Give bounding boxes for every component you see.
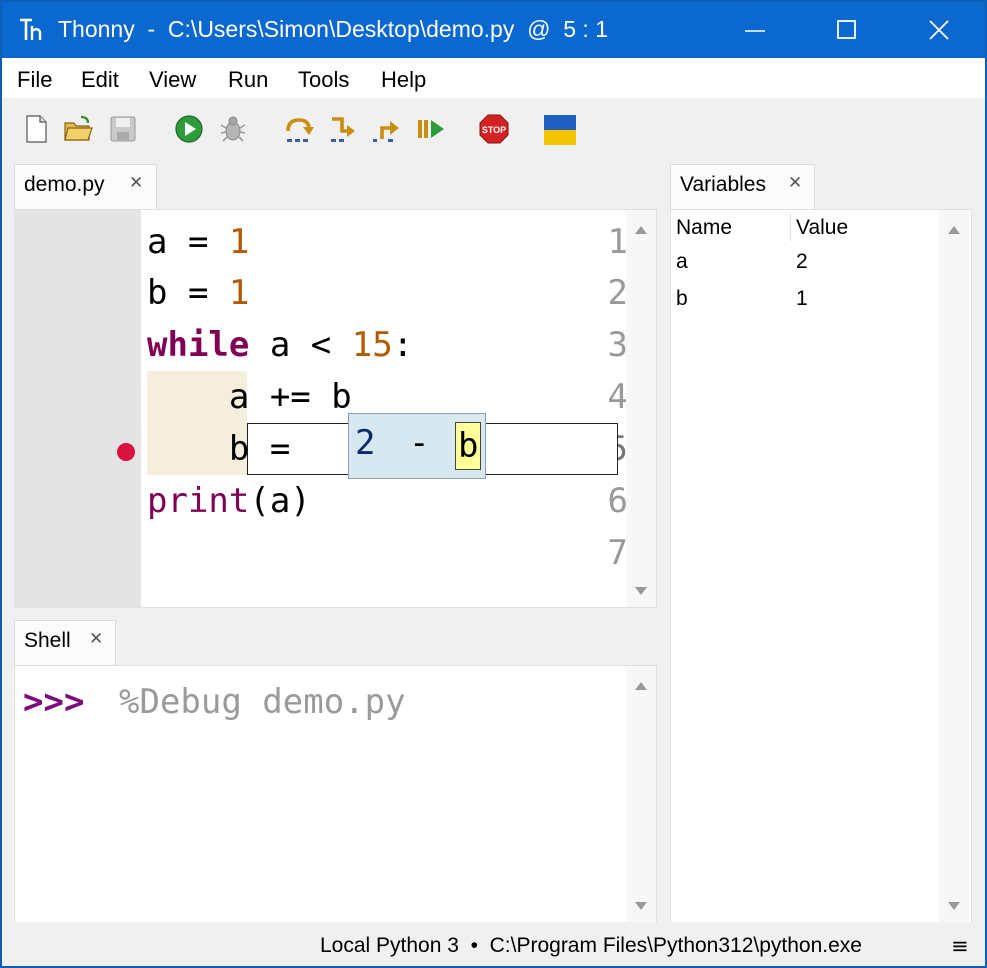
step-out-icon[interactable] [372, 114, 402, 144]
line-number: 7 [607, 533, 628, 573]
menu-edit[interactable]: Edit [81, 67, 119, 93]
step-over-icon[interactable] [284, 114, 314, 144]
window-title: Thonny - C:\Users\Simon\Desktop\demo.py … [58, 16, 609, 42]
var-value: 2 [796, 250, 808, 273]
interpreter-status[interactable]: Local Python 3 • C:\Program Files\Python… [320, 934, 862, 958]
maximize-icon [837, 20, 856, 39]
status-menu-icon[interactable]: ≡ [951, 934, 969, 958]
title-bar[interactable]: Thonny - C:\Users\Simon\Desktop\demo.py … [2, 2, 985, 58]
close-icon [929, 20, 949, 40]
close-tab-icon[interactable]: ✕ [129, 173, 143, 193]
stop-icon[interactable]: STOP [479, 114, 509, 144]
line-number-gutter [15, 210, 141, 607]
table-row[interactable]: b 1 [671, 283, 939, 319]
variables-header: Name Value [671, 210, 939, 244]
menu-file[interactable]: File [17, 67, 52, 93]
menu-tools[interactable]: Tools [298, 67, 349, 93]
line-number: 2 [607, 273, 628, 313]
maximize-button[interactable] [801, 2, 893, 58]
var-name: a [676, 250, 688, 273]
status-bar: Local Python 3 • C:\Program Files\Python… [2, 922, 985, 966]
scroll-up-icon[interactable] [635, 682, 647, 690]
scroll-up-icon[interactable] [948, 226, 960, 234]
code-line-6: print(a) [147, 481, 311, 521]
table-row[interactable]: a 2 [671, 246, 939, 282]
open-file-icon[interactable] [63, 114, 93, 144]
scroll-down-icon[interactable] [948, 902, 960, 910]
step-into-icon[interactable] [328, 114, 358, 144]
tab-label: Shell [24, 629, 71, 652]
eval-highlight-var: b [455, 422, 482, 470]
svg-text:STOP: STOP [482, 125, 506, 135]
tab-label: Variables [680, 173, 766, 196]
resume-icon[interactable] [416, 114, 446, 144]
line-number: 3 [607, 325, 628, 365]
tab-label: demo.py [24, 173, 105, 196]
tab-demo-py[interactable]: demo.py ✕ [14, 164, 157, 210]
var-value: 1 [796, 287, 808, 310]
debug-icon[interactable] [218, 114, 248, 144]
header-name[interactable]: Name [676, 216, 732, 240]
menu-bar: File Edit View Run Tools Help [2, 58, 985, 98]
tab-shell[interactable]: Shell ✕ [14, 620, 116, 666]
breakpoint-marker[interactable] [117, 443, 135, 461]
eval-value: 2 [355, 423, 376, 463]
scroll-up-icon[interactable] [635, 226, 647, 234]
line-number: 4 [607, 377, 628, 417]
minimize-button[interactable] [709, 2, 801, 58]
scroll-down-icon[interactable] [635, 587, 647, 595]
close-button[interactable] [893, 2, 985, 58]
save-icon[interactable] [108, 114, 138, 144]
variables-scrollbar[interactable] [939, 210, 969, 922]
editor-scrollbar[interactable] [626, 210, 656, 607]
scroll-down-icon[interactable] [635, 902, 647, 910]
menu-help[interactable]: Help [381, 67, 426, 93]
tab-variables[interactable]: Variables ✕ [670, 164, 815, 210]
shell-scrollbar[interactable] [626, 666, 656, 922]
run-icon[interactable] [174, 114, 204, 144]
minimize-icon [745, 30, 765, 32]
line-number: 1 [607, 222, 628, 262]
close-tab-icon[interactable]: ✕ [788, 173, 802, 193]
shell-command: %Debug demo.py [119, 682, 406, 722]
eval-box: 2 - b [348, 413, 486, 479]
var-name: b [676, 287, 688, 310]
new-file-icon[interactable] [21, 114, 51, 144]
code-editor[interactable]: 1 2 3 4 5 6 7 a = 1 b = 1 while a < 15: … [14, 209, 657, 608]
thonny-window: Thonny - C:\Users\Simon\Desktop\demo.py … [2, 2, 985, 966]
toolbar: STOP [2, 98, 985, 164]
line-number: 6 [607, 481, 628, 521]
eval-operator: - [409, 423, 430, 463]
shell-prompt: >>> [23, 682, 85, 722]
header-value[interactable]: Value [796, 216, 848, 240]
variables-panel: Name Value a 2 b 1 [670, 209, 972, 923]
code-line-1: a = 1 [147, 222, 250, 262]
code-line-3: while a < 15: [147, 325, 414, 365]
code-line-5: b = [147, 429, 311, 469]
thonny-logo-icon [20, 18, 42, 40]
code-line-2: b = 1 [147, 273, 250, 313]
menu-run[interactable]: Run [228, 67, 268, 93]
close-tab-icon[interactable]: ✕ [89, 629, 103, 649]
shell-panel[interactable]: >>> %Debug demo.py [14, 665, 657, 923]
header-divider[interactable] [790, 213, 791, 241]
ukraine-flag-icon[interactable] [543, 114, 577, 146]
menu-view[interactable]: View [149, 67, 196, 93]
code-line-4: a += b [147, 377, 352, 417]
